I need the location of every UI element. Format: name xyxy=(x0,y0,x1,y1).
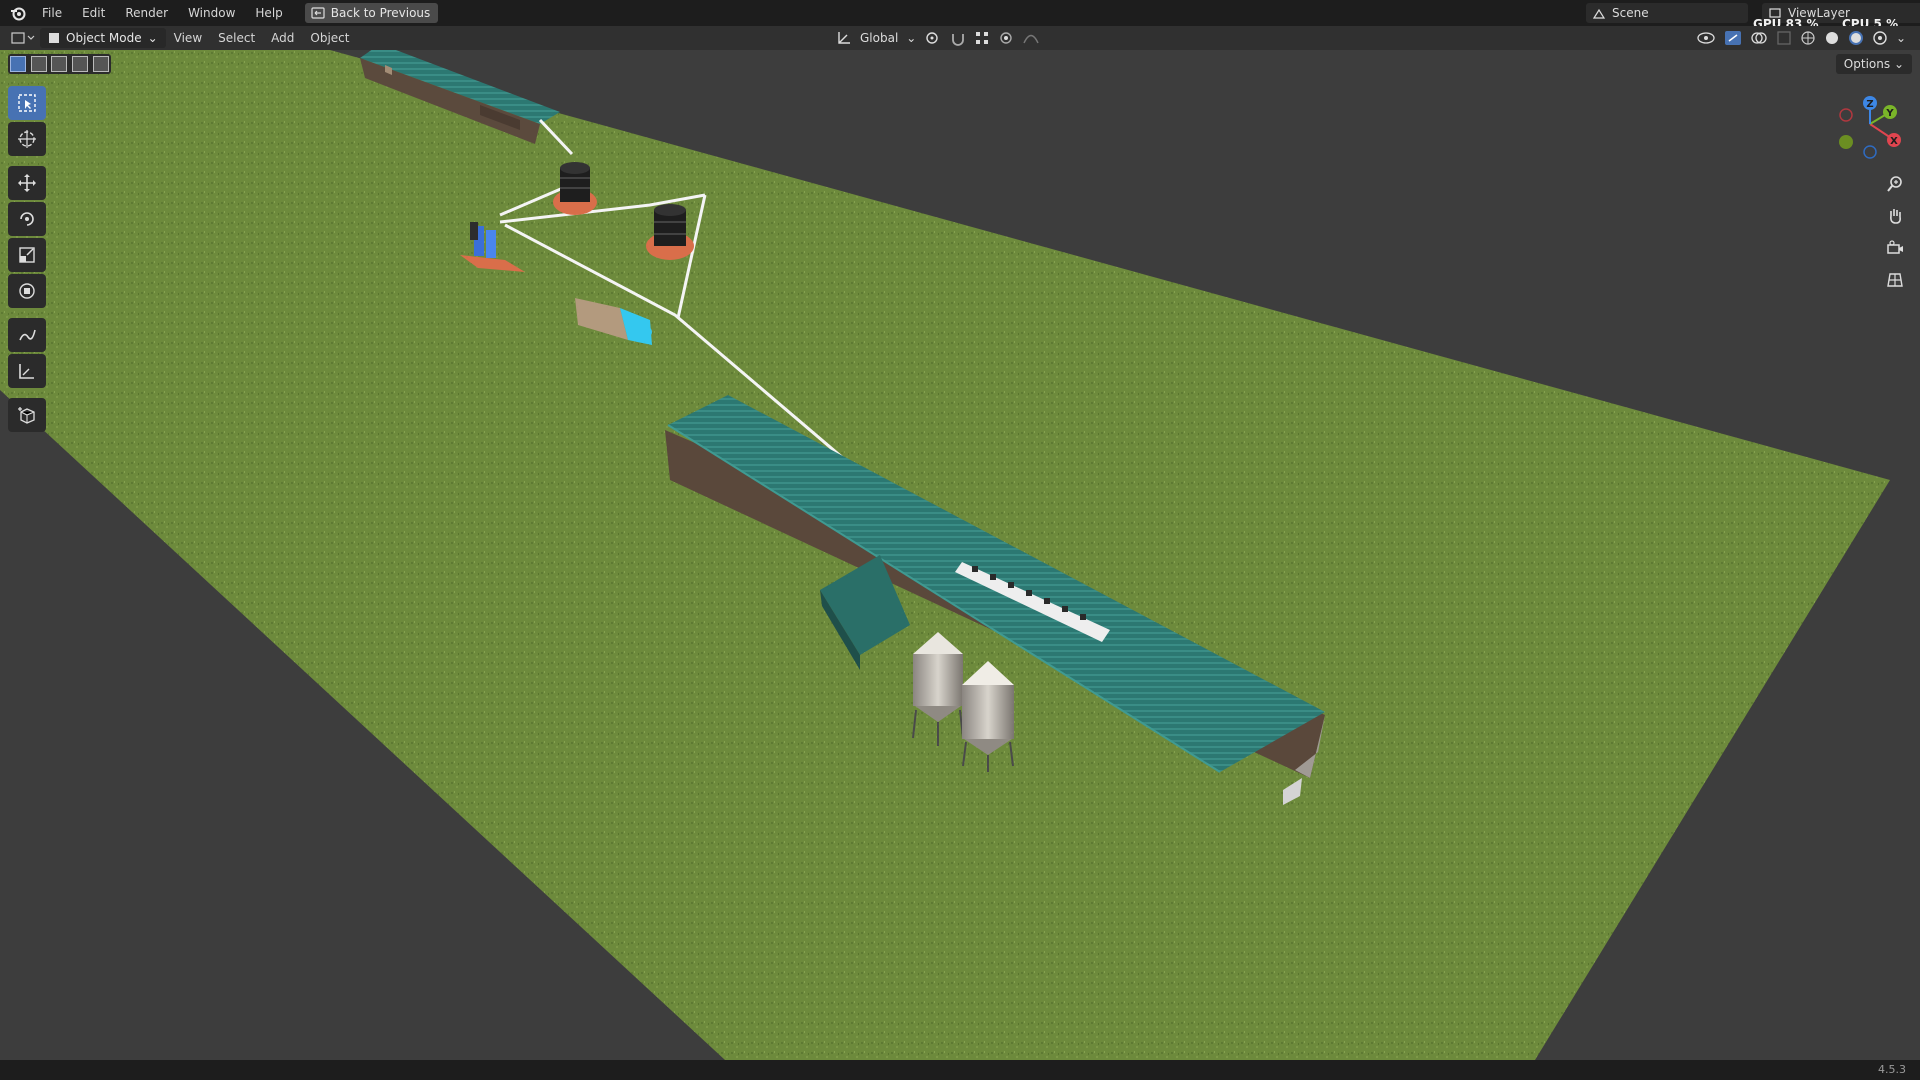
chevron-down-icon: ⌄ xyxy=(147,31,158,45)
transform-tools: Global ⌄ xyxy=(836,28,1040,48)
pan-button[interactable] xyxy=(1882,204,1908,228)
perspective-toggle-button[interactable] xyxy=(1882,268,1908,292)
back-to-previous-label: Back to Previous xyxy=(330,6,431,20)
proportional-editing-icon[interactable] xyxy=(998,30,1014,46)
snap-target-icon[interactable] xyxy=(974,30,990,46)
camera-icon xyxy=(1887,240,1903,254)
menu-render[interactable]: Render xyxy=(115,0,178,26)
scene-icon xyxy=(1592,8,1606,19)
hand-icon xyxy=(1890,209,1901,224)
back-to-previous-button[interactable]: Back to Previous xyxy=(304,3,439,23)
scene-name: Scene xyxy=(1612,6,1649,20)
menu-edit[interactable]: Edit xyxy=(72,0,115,26)
header-menu-view[interactable]: View xyxy=(166,28,210,48)
version-label: 4.5.3 xyxy=(1878,1063,1906,1076)
rotate-icon xyxy=(20,212,34,226)
select-box-tool[interactable] xyxy=(8,86,46,120)
scale-icon xyxy=(19,247,35,263)
navigation-buttons xyxy=(1882,172,1908,292)
shading-rendered-icon[interactable] xyxy=(1872,30,1888,46)
header-menu-select[interactable]: Select xyxy=(210,28,263,48)
grid-icon xyxy=(1887,273,1903,287)
selection-mode-buttons xyxy=(8,54,111,74)
rotate-tool[interactable] xyxy=(8,202,46,236)
menu-file[interactable]: File xyxy=(32,0,72,26)
header-menu-add[interactable]: Add xyxy=(263,28,302,48)
cursor-tool[interactable] xyxy=(8,122,46,156)
add-cube-tool[interactable] xyxy=(8,398,46,432)
gizmo-toggle-icon[interactable] xyxy=(1724,30,1742,46)
object-mode-dropdown[interactable]: Object Mode ⌄ xyxy=(40,28,166,48)
transform-orientation[interactable]: Global xyxy=(860,31,898,45)
pivot-point-icon[interactable] xyxy=(924,30,942,46)
orientation-icon xyxy=(838,32,850,44)
back-screen-icon xyxy=(311,7,325,19)
object-mode-label: Object Mode xyxy=(66,31,142,45)
measure-ruler-icon xyxy=(19,364,34,379)
select-invert-icon[interactable] xyxy=(72,56,89,72)
z-axis-label: Z xyxy=(1866,99,1873,110)
snap-icon[interactable] xyxy=(950,30,966,46)
3d-viewport[interactable] xyxy=(0,50,1920,1060)
blender-logo-icon[interactable] xyxy=(10,5,26,21)
move-icon xyxy=(18,174,36,192)
select-set-new-icon[interactable] xyxy=(10,56,27,72)
object-mode-icon xyxy=(49,33,59,43)
measure-tool[interactable] xyxy=(8,354,46,388)
navigation-gizmo[interactable]: X Y Z xyxy=(1824,90,1914,170)
y-axis-label: Y xyxy=(1885,108,1894,119)
menu-window[interactable]: Window xyxy=(178,0,245,26)
x-axis-label: X xyxy=(1890,136,1898,147)
status-bar xyxy=(0,1060,1920,1080)
chevron-down-icon: ⌄ xyxy=(906,31,917,45)
zoom-magnifier-icon xyxy=(1887,176,1902,192)
chevron-down-icon[interactable]: ⌄ xyxy=(1896,31,1906,45)
shading-wireframe-icon[interactable] xyxy=(1800,30,1816,46)
visibility-icon[interactable] xyxy=(1696,30,1716,46)
overlays-icon[interactable] xyxy=(1750,30,1768,46)
falloff-icon[interactable] xyxy=(1022,30,1040,46)
negative-x-axis-icon[interactable] xyxy=(1839,108,1853,122)
zoom-button[interactable] xyxy=(1882,172,1908,196)
select-box-icon xyxy=(18,94,36,112)
select-intersect-icon[interactable] xyxy=(92,56,109,72)
negative-y-axis-icon[interactable] xyxy=(1839,135,1853,149)
scene-selector[interactable]: Scene xyxy=(1586,3,1748,23)
cursor-icon xyxy=(18,130,36,148)
camera-view-button[interactable] xyxy=(1882,236,1908,260)
select-subtract-icon[interactable] xyxy=(51,56,68,72)
viewport-shading-tools: ⌄ xyxy=(1696,28,1906,48)
header-menu-object[interactable]: Object xyxy=(302,28,357,48)
xray-icon[interactable] xyxy=(1776,30,1792,46)
menu-help[interactable]: Help xyxy=(245,0,292,26)
add-cube-icon xyxy=(18,407,35,424)
transform-icon xyxy=(19,283,35,299)
annotate-pencil-icon xyxy=(19,329,36,341)
select-extend-icon[interactable] xyxy=(30,56,47,72)
move-tool[interactable] xyxy=(8,166,46,200)
shading-solid-icon[interactable] xyxy=(1824,30,1840,46)
negative-z-axis-icon[interactable] xyxy=(1863,145,1877,159)
shading-material-icon[interactable] xyxy=(1848,30,1864,46)
editor-type-icon[interactable] xyxy=(10,29,36,47)
annotate-tool[interactable] xyxy=(8,318,46,352)
options-dropdown[interactable]: Options ⌄ xyxy=(1835,54,1912,74)
options-label: Options xyxy=(1843,57,1891,71)
scale-tool[interactable] xyxy=(8,238,46,272)
tool-shelf xyxy=(8,86,46,432)
chevron-down-icon: ⌄ xyxy=(1893,57,1904,71)
transform-tool[interactable] xyxy=(8,274,46,308)
